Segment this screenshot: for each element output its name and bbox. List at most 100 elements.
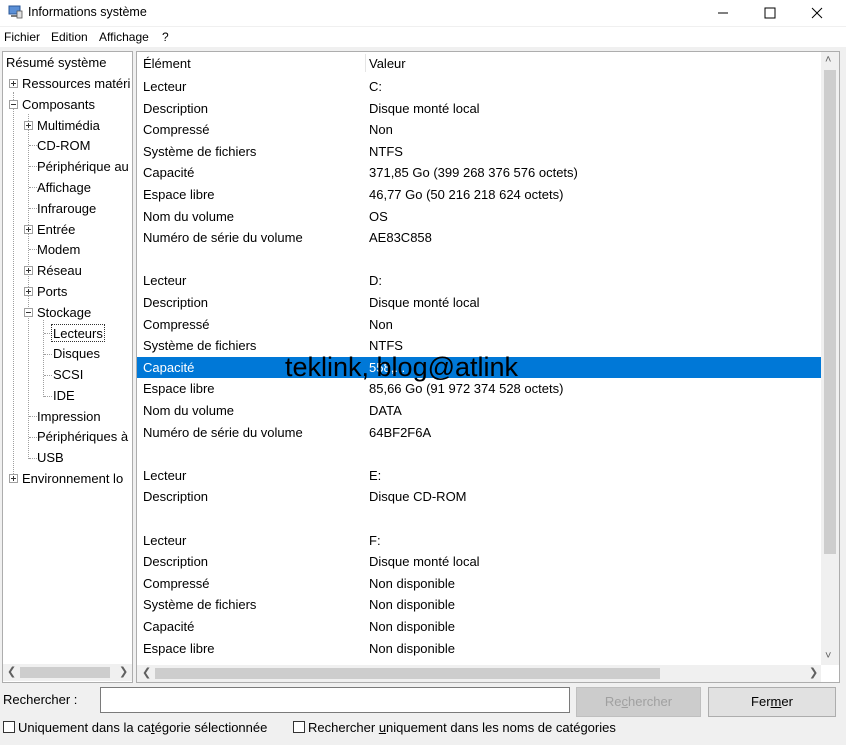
cell-element: Nom du volume <box>143 208 235 224</box>
table-row[interactable]: Lecteur C: <box>137 76 821 97</box>
table-row[interactable]: Nom du volume DATA <box>137 400 821 421</box>
tree-item-ressources[interactable]: Ressources matéri <box>22 75 130 93</box>
tree-item-composants[interactable]: Composants <box>22 96 95 114</box>
scroll-left-icon[interactable]: ❮ <box>7 664 16 681</box>
table-row[interactable] <box>137 249 821 270</box>
minimize-button[interactable] <box>700 0 746 26</box>
tree-item-peripherique-au[interactable]: Périphérique au <box>37 158 129 176</box>
scrollbar-thumb[interactable] <box>824 70 836 554</box>
table-row[interactable]: Description Disque monté local <box>137 292 821 313</box>
expand-toggle-icon[interactable] <box>24 287 33 296</box>
table-row[interactable]: Compressé Non <box>137 119 821 140</box>
column-divider[interactable] <box>365 54 366 72</box>
cell-element: Description <box>143 554 209 570</box>
table-row[interactable] <box>137 508 821 529</box>
maximize-button[interactable] <box>747 0 793 26</box>
table-row[interactable]: Capacité Non disponible <box>137 616 821 637</box>
tree-item-impression[interactable]: Impression <box>37 408 101 426</box>
tree-item-infrarouge[interactable]: Infrarouge <box>37 200 96 218</box>
expand-toggle-icon[interactable] <box>9 474 18 483</box>
tree-item-resume-systeme[interactable]: Résumé système <box>6 54 106 72</box>
column-header-valeur[interactable]: Valeur <box>369 56 406 71</box>
tree-item-peripheriques-a[interactable]: Périphériques à <box>37 428 128 446</box>
table-row[interactable]: Capacité 371,85 Go (399 268 376 576 octet… <box>137 162 821 183</box>
expand-toggle-icon[interactable] <box>24 121 33 130</box>
search-input[interactable] <box>100 687 570 713</box>
table-row[interactable]: Système de fichiers Non disponible <box>137 594 821 615</box>
tree-item-multimedia[interactable]: Multimédia <box>37 117 100 135</box>
column-header-element[interactable]: Élément <box>143 56 191 71</box>
cell-value: AE83C858 <box>369 230 432 246</box>
table-row[interactable]: Lecteur D: <box>137 270 821 291</box>
window-title: Informations système <box>28 5 147 19</box>
table-row[interactable]: Lecteur E: <box>137 465 821 486</box>
option-label-end: égorie sélectionnée <box>154 720 268 735</box>
names-only-checkbox[interactable] <box>293 721 305 733</box>
scroll-right-icon[interactable]: ❯ <box>119 664 128 681</box>
collapse-toggle-icon[interactable] <box>9 100 18 109</box>
list-vertical-scrollbar[interactable]: ˄ ˅ <box>821 52 839 665</box>
cell-element: Numéro de série du volume <box>143 230 303 246</box>
tree-item-environnement[interactable]: Environnement lo <box>22 470 123 488</box>
menu-edition[interactable]: Edition <box>51 30 88 44</box>
menu-help[interactable]: ? <box>162 30 169 44</box>
table-row[interactable]: Nom du volume OS <box>137 206 821 227</box>
tree-connector <box>29 208 37 209</box>
search-button[interactable]: Rechercher <box>576 687 701 717</box>
tree-item-modem[interactable]: Modem <box>37 241 80 259</box>
only-selected-category-checkbox[interactable] <box>3 721 15 733</box>
table-row[interactable]: Description Disque monté local <box>137 551 821 572</box>
tree-item-ide[interactable]: IDE <box>53 387 75 405</box>
scrollbar-thumb[interactable] <box>155 668 660 679</box>
expand-toggle-icon[interactable] <box>24 225 33 234</box>
scroll-down-icon[interactable]: ˅ <box>825 648 831 665</box>
table-row[interactable] <box>137 443 821 464</box>
scroll-up-icon[interactable]: ˄ <box>825 52 831 69</box>
scroll-right-icon[interactable]: ❯ <box>809 665 818 682</box>
table-row[interactable]: Espace libre 46,77 Go (50 216 218 624 oct… <box>137 184 821 205</box>
tree-item-entree[interactable]: Entrée <box>37 221 75 239</box>
scroll-left-icon[interactable]: ❮ <box>142 665 151 682</box>
menu-fichier[interactable]: Fichier <box>4 30 40 44</box>
table-row[interactable]: Lecteur F: <box>137 530 821 551</box>
option-label-end: niquement dans les noms de catégories <box>386 720 616 735</box>
only-selected-category-option[interactable]: Uniquement dans la catégorie sélectionné… <box>3 720 267 735</box>
tree-item-stockage[interactable]: Stockage <box>37 304 91 322</box>
cell-element: Système de fichiers <box>143 338 257 354</box>
table-row[interactable]: Description Disque monté local <box>137 98 821 119</box>
tree-item-lecteurs[interactable]: Lecteurs <box>51 324 105 342</box>
tree-item-disques[interactable]: Disques <box>53 345 100 363</box>
table-row[interactable]: Système de fichiers NTFS <box>137 141 821 162</box>
cell-value: Disque monté local <box>369 100 480 116</box>
tree-item-usb[interactable]: USB <box>37 449 64 467</box>
tree-item-affichage[interactable]: Affichage <box>37 179 91 197</box>
collapse-toggle-icon[interactable] <box>24 308 33 317</box>
names-only-option[interactable]: Rechercher uniquement dans les noms de c… <box>293 720 616 735</box>
tree-horizontal-scrollbar[interactable]: ❮ ❯ <box>3 664 132 681</box>
tree-item-scsi[interactable]: SCSI <box>53 366 83 384</box>
table-row[interactable]: Numéro de série du volume 64BF2F6A <box>137 422 821 443</box>
table-row[interactable]: Système de fichiers NTFS <box>137 335 821 356</box>
cell-element: Compressé <box>143 122 210 138</box>
cell-value: E: <box>369 467 382 483</box>
tree-connector <box>29 145 37 146</box>
close-button[interactable]: Fermer <box>708 687 836 717</box>
table-row[interactable]: Description Disque CD-ROM <box>137 486 821 507</box>
menu-affichage[interactable]: Affichage <box>99 30 149 44</box>
list-horizontal-scrollbar[interactable]: ❮ ❯ <box>137 665 821 682</box>
table-row[interactable]: Compressé Non <box>137 314 821 335</box>
search-button-label: Re <box>604 694 622 709</box>
tree-item-reseau[interactable]: Réseau <box>37 262 82 280</box>
tree-connector <box>29 458 37 459</box>
expand-toggle-icon[interactable] <box>9 79 18 88</box>
scrollbar-thumb[interactable] <box>20 667 110 678</box>
tree-item-ports[interactable]: Ports <box>37 283 67 301</box>
expand-toggle-icon[interactable] <box>24 266 33 275</box>
close-window-button[interactable] <box>794 0 840 26</box>
table-row[interactable]: Capacité 558,... <box>137 356 821 378</box>
table-row[interactable]: Numéro de série du volume AE83C858 <box>137 227 821 248</box>
table-row[interactable]: Espace libre Non disponible <box>137 638 821 659</box>
tree-item-cdrom[interactable]: CD-ROM <box>37 137 90 155</box>
table-row[interactable]: Espace libre 85,66 Go (91 972 374 528 oct… <box>137 378 821 399</box>
table-row[interactable]: Compressé Non disponible <box>137 573 821 594</box>
